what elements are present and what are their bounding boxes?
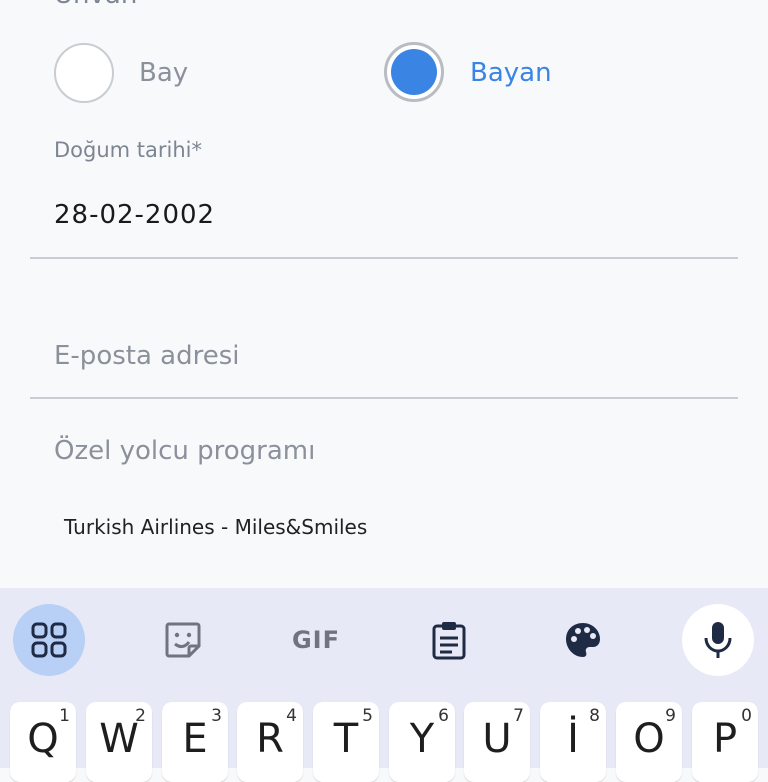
key-o-letter: O <box>633 716 665 762</box>
email-underline <box>30 397 738 399</box>
sticker-button[interactable] <box>147 604 219 676</box>
key-i-dotted-letter: İ <box>567 716 579 762</box>
birthdate-label: Doğum tarihi* <box>54 138 203 162</box>
apps-grid-icon <box>31 622 67 658</box>
key-y-letter: Y <box>409 716 435 762</box>
title-field-label: Unvan <box>54 0 137 10</box>
key-q-letter: Q <box>27 716 59 762</box>
radio-bayan[interactable] <box>384 42 444 102</box>
clipboard-button[interactable] <box>413 604 485 676</box>
key-e-letter: E <box>182 716 208 762</box>
radio-bayan-label[interactable]: Bayan <box>470 58 552 88</box>
email-input[interactable]: E-posta adresi <box>54 341 239 371</box>
key-o[interactable]: 9 O <box>616 702 682 782</box>
key-p-letter: P <box>712 716 738 762</box>
key-t[interactable]: 5 T <box>313 702 379 782</box>
gif-icon: GIF <box>291 626 341 654</box>
key-i-dotted[interactable]: 8 İ <box>540 702 606 782</box>
loyalty-program-label: Özel yolcu programı <box>54 436 316 466</box>
key-w-letter: W <box>99 716 139 762</box>
key-r-letter: R <box>256 716 284 762</box>
radio-bay-label[interactable]: Bay <box>139 58 188 88</box>
birthdate-underline <box>30 257 738 259</box>
key-p[interactable]: 0 P <box>692 702 758 782</box>
key-r[interactable]: 4 R <box>237 702 303 782</box>
key-e[interactable]: 3 E <box>162 702 228 782</box>
palette-icon <box>566 623 600 657</box>
clipboard-icon <box>432 622 466 660</box>
radio-selected-dot <box>391 49 437 95</box>
key-u[interactable]: 7 U <box>464 702 530 782</box>
key-u-letter: U <box>482 716 512 762</box>
mic-icon <box>704 622 732 658</box>
birthdate-input[interactable]: 28-02-2002 <box>54 200 215 230</box>
key-q[interactable]: 1 Q <box>10 702 76 782</box>
theme-button[interactable] <box>547 604 619 676</box>
gif-button[interactable]: GIF <box>280 604 352 676</box>
apps-grid-button[interactable] <box>13 604 85 676</box>
key-t-letter: T <box>333 716 359 762</box>
key-w[interactable]: 2 W <box>86 702 152 782</box>
voice-input-button[interactable] <box>682 604 754 676</box>
radio-bay[interactable] <box>54 43 114 103</box>
loyalty-program-select[interactable]: Turkish Airlines - Miles&Smiles <box>64 515 367 539</box>
key-y[interactable]: 6 Y <box>389 702 455 782</box>
sticker-icon <box>165 622 201 658</box>
